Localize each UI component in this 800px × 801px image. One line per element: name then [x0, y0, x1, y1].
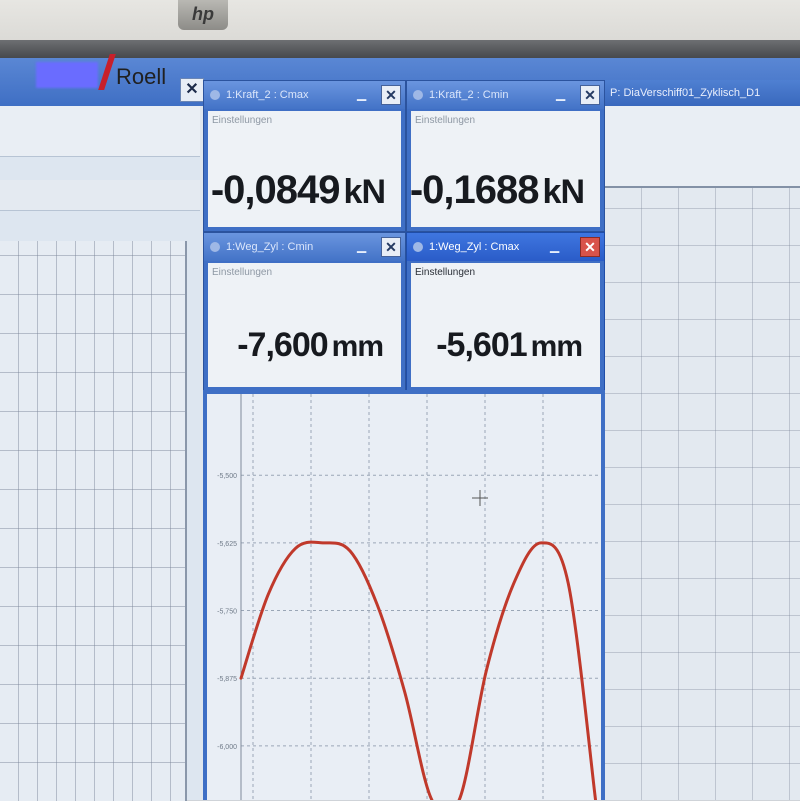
window-title: 1:Weg_Zyl : Cmin [226, 241, 314, 253]
close-button[interactable]: ✕ [381, 237, 401, 257]
left-panel-row [0, 180, 200, 211]
travel-window-1[interactable]: 1:Weg_Zyl : Cmin ▁ ✕ Einstellungen -7,60… [203, 232, 406, 392]
travel-window-2[interactable]: 1:Weg_Zyl : Cmax ▁ ✕ Einstellungen -5,60… [406, 232, 605, 392]
brand-slash-icon [98, 54, 116, 90]
readout-value: -0,0849 kN [210, 168, 386, 213]
value-number: -5,601 [436, 326, 527, 364]
value-number: -0,0849 [210, 168, 341, 212]
right-panel-header [605, 106, 800, 188]
window-icon [413, 242, 423, 252]
minimize-icon[interactable]: ▁ [357, 240, 371, 253]
minimize-icon[interactable]: ▁ [357, 88, 371, 101]
left-panel-header [0, 106, 200, 157]
screen: Roell ✕ P: DiaVerschiff01_Zyklisch_D1 1:… [0, 54, 800, 801]
window-icon [210, 242, 220, 252]
settings-label: Einstellungen [415, 115, 476, 126]
window-title: 1:Weg_Zyl : Cmax [429, 241, 520, 253]
left-panel-grid [0, 241, 187, 801]
window-icon [210, 90, 220, 100]
line-chart[interactable]: -5,500 -5,625 -5,750 -5,875 -6,000 [207, 394, 601, 800]
window-title: 1:Kraft_2 : Cmin [429, 89, 509, 101]
minimize-icon[interactable]: ▁ [556, 88, 570, 101]
y-tick-label: -5,625 [217, 541, 237, 548]
value-unit: kN [542, 173, 585, 211]
window-title: 1:Kraft_2 : Cmax [226, 89, 309, 101]
readout-value: -0,1688 kN [409, 168, 585, 213]
readout-value: -7,600 mm [237, 326, 384, 365]
close-button[interactable]: ✕ [381, 85, 401, 105]
y-tick-label: -5,500 [217, 473, 237, 480]
y-tick-label: -5,750 [217, 609, 237, 616]
value-unit: kN [343, 173, 386, 211]
left-panel [0, 106, 200, 801]
brand-mark [36, 62, 98, 88]
left-panel-close-button[interactable]: ✕ [180, 78, 204, 102]
window-titlebar[interactable]: 1:Weg_Zyl : Cmin [204, 233, 405, 261]
brand-name: Roell [116, 64, 167, 89]
window-titlebar[interactable]: 1:Weg_Zyl : Cmax [407, 233, 604, 261]
close-button[interactable]: ✕ [580, 85, 600, 105]
window-titlebar[interactable]: 1:Kraft_2 : Cmax [204, 81, 405, 109]
settings-label: Einstellungen [415, 267, 476, 278]
settings-label: Einstellungen [212, 115, 273, 126]
close-button[interactable]: ✕ [580, 237, 600, 257]
readout-value: -5,601 mm [436, 326, 583, 365]
value-unit: mm [530, 330, 583, 363]
y-tick-label: -6,000 [217, 744, 237, 751]
force-window-2[interactable]: 1:Kraft_2 : Cmin ▁ ✕ Einstellungen -0,16… [406, 80, 605, 232]
window-body: Einstellungen -0,0849 kN [208, 111, 401, 227]
value-number: -7,600 [237, 326, 328, 364]
right-window-title: P: DiaVerschiff01_Zyklisch_D1 [600, 80, 800, 106]
minimize-icon[interactable]: ▁ [550, 240, 564, 253]
value-number: -0,1688 [409, 168, 540, 212]
settings-label: Einstellungen [212, 267, 273, 278]
window-body: Einstellungen -7,600 mm [208, 263, 401, 387]
window-body: Einstellungen -0,1688 kN [409, 111, 600, 227]
force-window-1[interactable]: 1:Kraft_2 : Cmax ▁ ✕ Einstellungen -0,08… [203, 80, 406, 232]
value-unit: mm [331, 330, 384, 363]
chart-window[interactable]: -5,500 -5,625 -5,750 -5,875 -6,000 [203, 390, 605, 800]
window-body: Einstellungen -5,601 mm [411, 263, 600, 387]
right-panel-grid [605, 138, 800, 800]
y-tick-label: -5,875 [217, 676, 237, 683]
window-titlebar[interactable]: 1:Kraft_2 : Cmin [407, 81, 604, 109]
hp-logo: hp [178, 0, 228, 30]
window-icon [413, 90, 423, 100]
